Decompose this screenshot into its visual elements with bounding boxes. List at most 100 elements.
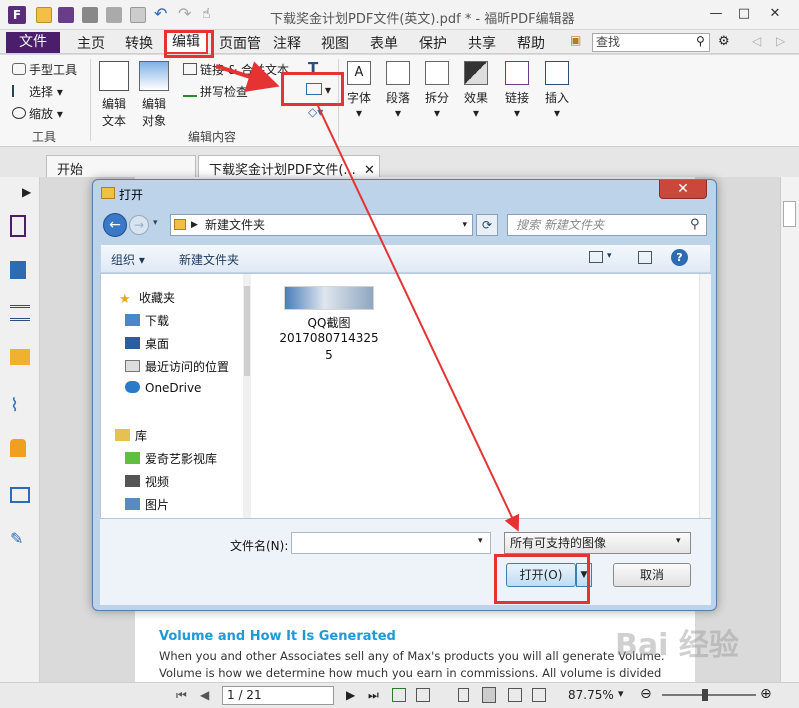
first-page-icon[interactable]: ⏮ — [176, 688, 187, 703]
page-view-icon[interactable] — [392, 688, 406, 702]
breadcrumb-arrow-icon[interactable]: ▶ — [191, 215, 198, 235]
view-options-icon[interactable] — [589, 251, 603, 263]
zoom-in-icon[interactable]: ⊕ — [760, 686, 772, 702]
next-page-icon[interactable]: ▶ — [346, 688, 355, 702]
find-folder-icon[interactable]: ▣ — [570, 33, 581, 47]
menu-page-manage[interactable]: 页面管 — [219, 33, 261, 53]
edit-text-button[interactable]: 编辑 文本 — [97, 61, 131, 129]
nav-video[interactable]: 视频 — [125, 473, 169, 490]
open-button[interactable]: 打开(O) — [506, 563, 576, 587]
fit-page-icon[interactable] — [416, 688, 430, 702]
menu-help[interactable]: 帮助 — [517, 33, 545, 53]
comments-icon[interactable] — [10, 349, 30, 365]
print-icon[interactable] — [82, 7, 98, 23]
menu-convert[interactable]: 转换 — [125, 33, 153, 53]
edit-object-button[interactable]: 编辑 对象 — [137, 61, 171, 129]
file-name-line[interactable]: 2017080714325 — [274, 331, 384, 345]
new-document-icon[interactable] — [130, 7, 146, 23]
new-folder-button[interactable]: 新建文件夹 — [179, 251, 239, 268]
spellcheck-button[interactable]: 拼写检查 — [183, 83, 248, 100]
mail-icon[interactable] — [106, 7, 122, 23]
minimize-button[interactable]: — — [705, 6, 727, 22]
single-page-icon[interactable] — [458, 688, 469, 702]
page-thumbnail-icon[interactable] — [10, 215, 26, 237]
nav-library[interactable]: 库 — [115, 427, 147, 444]
select-tool-button[interactable]: 选择 ▾ — [12, 83, 63, 100]
form-fields-icon[interactable] — [10, 487, 30, 503]
forward-arrow-icon[interactable]: → — [129, 215, 149, 235]
open-options-dropdown-icon[interactable]: ▼ — [576, 563, 592, 587]
refresh-icon[interactable]: ⟳ — [476, 214, 498, 236]
filetype-dropdown-icon[interactable]: ▾ — [676, 536, 681, 546]
menu-view[interactable]: 视图 — [321, 33, 349, 53]
nav-favorites[interactable]: ★ 收藏夹 — [119, 289, 175, 307]
nav-iqiyi-library[interactable]: 爱奇艺影视库 — [125, 450, 217, 467]
zoom-out-icon[interactable]: ⊖ — [640, 686, 652, 702]
file-area-scrollbar[interactable] — [699, 274, 711, 518]
filetype-select[interactable]: 所有可支持的图像 — [504, 532, 691, 554]
redo-icon[interactable]: ↷ — [178, 6, 194, 23]
tab-start[interactable]: 开始 — [46, 155, 196, 178]
open-folder-icon[interactable] — [36, 7, 52, 23]
bookmark-pages-icon[interactable] — [10, 261, 26, 279]
help-icon[interactable]: ? — [671, 249, 688, 266]
attachment-icon[interactable]: ⌇ — [10, 395, 30, 417]
hand-tool-quick-icon[interactable]: ☝ — [202, 7, 218, 23]
filename-input[interactable] — [291, 532, 491, 554]
address-dropdown-icon[interactable]: ▾ — [462, 215, 467, 235]
file-name-line[interactable]: 5 — [274, 348, 384, 362]
menu-share[interactable]: 共享 — [468, 33, 496, 53]
preview-pane-icon[interactable] — [638, 251, 652, 264]
organize-button[interactable]: 组织 ▾ — [111, 251, 145, 268]
document-vertical-scrollbar[interactable] — [780, 177, 799, 682]
facing-page-icon[interactable] — [508, 688, 522, 702]
search-input[interactable]: 查找 — [592, 33, 710, 52]
link-merge-text-button[interactable]: 链接 & 合并文本 — [183, 61, 289, 78]
menu-form[interactable]: 表单 — [370, 33, 398, 53]
save-icon[interactable] — [58, 7, 74, 23]
paragraph-button[interactable]: 段落 ▾ — [383, 61, 413, 120]
zoom-dropdown-icon[interactable]: ▾ — [618, 687, 624, 700]
undo-icon[interactable]: ↶ — [154, 6, 170, 23]
address-bar[interactable]: ▶ 新建文件夹 ▾ — [170, 214, 473, 236]
last-page-icon[interactable]: ⏭ — [368, 688, 379, 703]
insert-image-button[interactable]: ▾ — [306, 83, 331, 97]
continuous-page-icon[interactable] — [482, 687, 496, 703]
settings-gear-icon[interactable]: ⚙ — [718, 34, 730, 49]
tab-document[interactable]: 下载奖金计划PDF文件(... ✕ — [198, 155, 380, 178]
menu-comment[interactable]: 注释 — [273, 33, 301, 53]
zoom-tool-button[interactable]: 缩放 ▾ — [12, 105, 63, 122]
insert-button[interactable]: 插入 ▾ — [542, 61, 572, 120]
zoom-slider-thumb[interactable] — [702, 689, 708, 701]
view-options-dropdown-icon[interactable]: ▾ — [607, 251, 612, 261]
effect-button[interactable]: 效果 ▾ — [461, 61, 491, 120]
zoom-level[interactable]: 87.75% — [568, 688, 614, 702]
dialog-close-button[interactable]: ✕ — [659, 180, 707, 199]
menu-edit[interactable]: 编辑 — [164, 30, 208, 54]
menu-protect[interactable]: 保护 — [419, 33, 447, 53]
back-arrow-icon[interactable]: ← — [103, 213, 127, 237]
menu-file[interactable]: 文件 — [6, 32, 60, 53]
security-lock-icon[interactable] — [10, 439, 26, 457]
font-button[interactable]: A 字体 ▾ — [344, 61, 374, 120]
nav-recent[interactable]: 最近访问的位置 — [125, 358, 229, 375]
nav-pane-scroll-thumb[interactable] — [244, 286, 250, 376]
dialog-search-icon[interactable]: ⚲ — [690, 217, 700, 232]
zoom-slider[interactable] — [662, 689, 756, 701]
hand-tool-button[interactable]: 手型工具 — [12, 61, 77, 78]
nav-next-icon[interactable]: ▷ — [776, 34, 785, 48]
maximize-button[interactable]: □ — [733, 6, 755, 22]
continuous-facing-icon[interactable] — [532, 688, 546, 702]
breadcrumb-folder[interactable]: 新建文件夹 — [205, 215, 265, 235]
history-dropdown-icon[interactable]: ▾ — [153, 218, 158, 228]
menu-home[interactable]: 主页 — [77, 33, 105, 53]
split-button[interactable]: 拆分 ▾ — [422, 61, 452, 120]
shape-icon[interactable]: ◇▾ — [308, 105, 323, 119]
search-icon[interactable]: ⚲ — [696, 34, 705, 48]
nav-pictures[interactable]: 图片 — [125, 496, 169, 513]
file-name-line[interactable]: QQ截图 — [274, 314, 384, 331]
nav-pane-scrollbar[interactable] — [243, 274, 251, 518]
page-number-input[interactable]: 1 / 21 — [222, 686, 334, 705]
nav-onedrive[interactable]: OneDrive — [125, 381, 201, 395]
nav-desktop[interactable]: 桌面 — [125, 335, 169, 352]
